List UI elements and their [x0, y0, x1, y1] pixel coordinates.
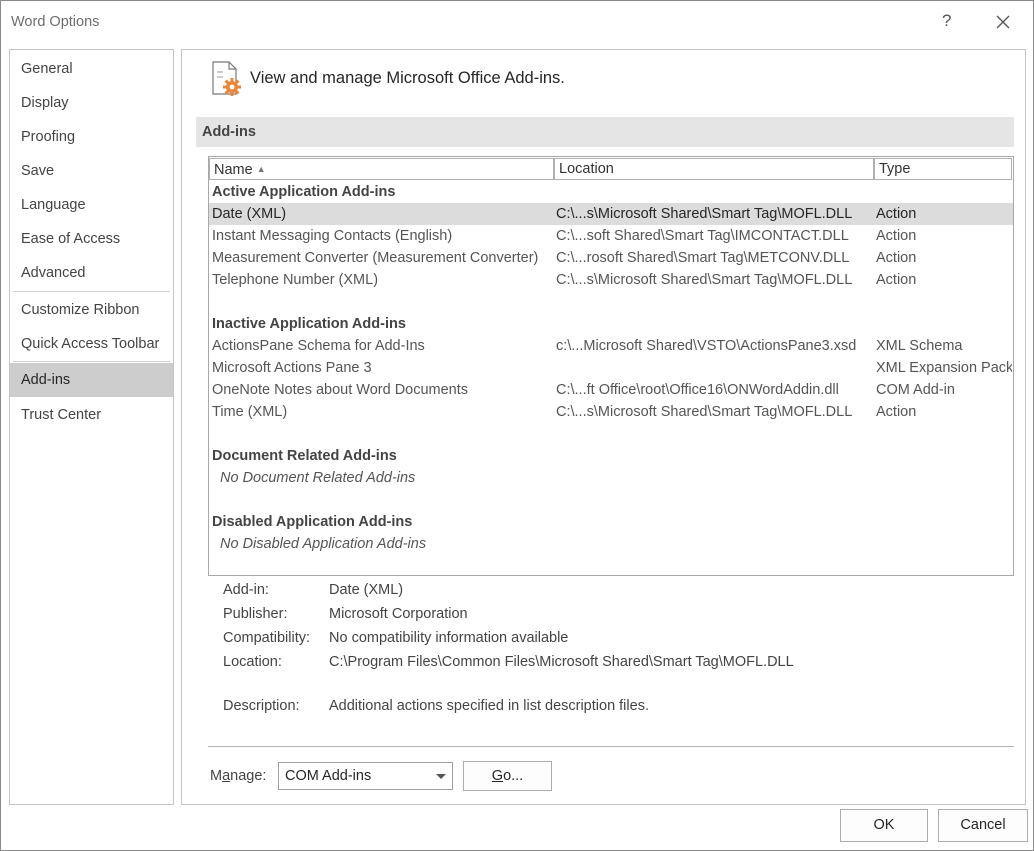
group-title-active: Active Application Add-ins — [212, 184, 396, 200]
table-row[interactable]: Date (XML) C:\...s\Microsoft Shared\Smar… — [209, 203, 1013, 225]
sidebar-item-language[interactable]: Language — [10, 188, 173, 222]
group-title-document: Document Related Add-ins — [212, 448, 397, 464]
manage-select-value: COM Add-ins — [285, 768, 372, 784]
addin-name: Time (XML) — [212, 404, 288, 420]
detail-addin-value: Date (XML) — [329, 582, 404, 598]
close-button[interactable] — [992, 11, 1014, 33]
addin-location: C:\...rosoft Shared\Smart Tag\METCONV.DL… — [556, 250, 850, 266]
manage-divider — [208, 746, 1014, 747]
column-header-location[interactable]: Location — [554, 158, 874, 180]
addin-name: Instant Messaging Contacts (English) — [212, 228, 453, 244]
addin-name: ActionsPane Schema for Add-Ins — [212, 338, 425, 354]
cancel-button[interactable]: Cancel — [938, 809, 1028, 842]
go-button-accesskey: G — [491, 768, 504, 784]
table-row[interactable]: Measurement Converter (Measurement Conve… — [209, 247, 1013, 269]
sidebar-item-add-ins[interactable]: Add-ins — [10, 363, 173, 397]
addin-type: Action — [876, 250, 917, 266]
table-row[interactable]: OneNote Notes about Word Documents C:\..… — [209, 379, 1013, 401]
column-header-name-label: Name — [214, 162, 253, 178]
sidebar-item-display[interactable]: Display — [10, 86, 173, 120]
manage-label-accesskey: a — [222, 768, 231, 784]
sidebar-item-save[interactable]: Save — [10, 154, 173, 188]
options-sidebar: General Display Proofing Save Language E… — [9, 49, 174, 805]
addin-location: C:\...s\Microsoft Shared\Smart Tag\MOFL.… — [556, 206, 853, 222]
addin-name: Microsoft Actions Pane 3 — [212, 360, 372, 376]
empty-disabled-addins: No Disabled Application Add-ins — [220, 536, 427, 552]
close-icon — [996, 15, 1010, 29]
add-ins-section-header: Add-ins — [196, 117, 1014, 147]
table-row[interactable]: Instant Messaging Contacts (English) C:\… — [209, 225, 1013, 247]
detail-compatibility-label: Compatibility: — [223, 630, 311, 646]
sidebar-item-ease-of-access[interactable]: Ease of Access — [10, 222, 173, 256]
add-ins-panel: View and manage Microsoft Office Add-ins… — [181, 49, 1026, 805]
go-button[interactable]: Go... — [463, 761, 552, 791]
addin-location: C:\...s\Microsoft Shared\Smart Tag\MOFL.… — [556, 404, 853, 420]
group-title-inactive: Inactive Application Add-ins — [212, 316, 406, 332]
detail-location-label: Location: — [223, 654, 282, 670]
addin-type: COM Add-in — [876, 382, 955, 398]
manage-label-start: M — [210, 768, 223, 784]
dropdown-arrow-icon — [436, 774, 446, 779]
addin-type: Action — [876, 206, 917, 222]
detail-publisher-value: Microsoft Corporation — [329, 606, 468, 622]
addin-location: C:\...soft Shared\Smart Tag\IMCONTACT.DL… — [556, 228, 849, 244]
section-title: Add-ins — [202, 124, 256, 140]
table-row[interactable]: Time (XML) C:\...s\Microsoft Shared\Smar… — [209, 401, 1013, 423]
group-title-disabled: Disabled Application Add-ins — [212, 514, 413, 530]
addin-name: Measurement Converter (Measurement Conve… — [212, 250, 539, 266]
manage-select[interactable]: COM Add-ins — [278, 762, 453, 790]
table-row[interactable]: Telephone Number (XML) C:\...s\Microsoft… — [209, 269, 1013, 291]
detail-description-value: Additional actions specified in list des… — [329, 698, 649, 714]
sidebar-item-proofing[interactable]: Proofing — [10, 120, 173, 154]
sidebar-item-advanced[interactable]: Advanced — [10, 256, 173, 290]
empty-document-addins: No Document Related Add-ins — [220, 470, 416, 486]
addin-name: Telephone Number (XML) — [212, 272, 379, 288]
column-header-name[interactable]: Name ▲ — [209, 158, 554, 180]
addin-type: Action — [876, 404, 917, 420]
detail-description-label: Description: — [223, 698, 300, 714]
sidebar-divider — [13, 291, 170, 292]
column-header-type[interactable]: Type — [874, 158, 1012, 180]
detail-compatibility-value: No compatibility information available — [329, 630, 569, 646]
table-row[interactable]: ActionsPane Schema for Add-Ins c:\...Mic… — [209, 335, 1013, 357]
sidebar-item-quick-access-toolbar[interactable]: Quick Access Toolbar — [10, 327, 173, 361]
detail-addin-label: Add-in: — [223, 582, 269, 598]
addin-name: OneNote Notes about Word Documents — [212, 382, 469, 398]
window-title: Word Options — [11, 14, 100, 30]
sort-ascending-icon: ▲ — [256, 164, 266, 174]
addin-type: XML Expansion Pack — [876, 360, 1012, 376]
sidebar-divider — [13, 361, 170, 362]
addin-location: C:\...s\Microsoft Shared\Smart Tag\MOFL.… — [556, 272, 853, 288]
addin-type: XML Schema — [876, 338, 963, 354]
title-bar: Word Options ? — [1, 1, 1033, 45]
manage-label: Manage: — [210, 768, 266, 784]
sidebar-item-customize-ribbon[interactable]: Customize Ribbon — [10, 293, 173, 327]
addin-name: Date (XML) — [212, 206, 287, 222]
ok-button[interactable]: OK — [840, 809, 928, 842]
add-ins-list[interactable]: Name ▲ Location Type Active Application A… — [208, 156, 1014, 576]
addin-type: Action — [876, 228, 917, 244]
sidebar-item-general[interactable]: General — [10, 52, 173, 86]
addin-location: C:\...ft Office\root\Office16\ONWordAddi… — [556, 382, 839, 398]
addin-type: Action — [876, 272, 917, 288]
help-button[interactable]: ? — [942, 11, 951, 31]
table-row[interactable]: Microsoft Actions Pane 3 XML Expansion P… — [209, 357, 1013, 379]
add-ins-gear-icon — [212, 61, 241, 96]
addin-location: c:\...Microsoft Shared\VSTO\ActionsPane3… — [556, 338, 857, 354]
manage-label-end: nage: — [230, 768, 267, 784]
panel-heading: View and manage Microsoft Office Add-ins… — [250, 69, 565, 87]
detail-location-value: C:\Program Files\Common Files\Microsoft … — [329, 654, 794, 670]
word-options-dialog: Word Options ? General Display Proofing … — [0, 0, 1034, 851]
detail-publisher-label: Publisher: — [223, 606, 288, 622]
go-button-label: o... — [503, 768, 524, 784]
sidebar-item-trust-center[interactable]: Trust Center — [10, 398, 173, 432]
